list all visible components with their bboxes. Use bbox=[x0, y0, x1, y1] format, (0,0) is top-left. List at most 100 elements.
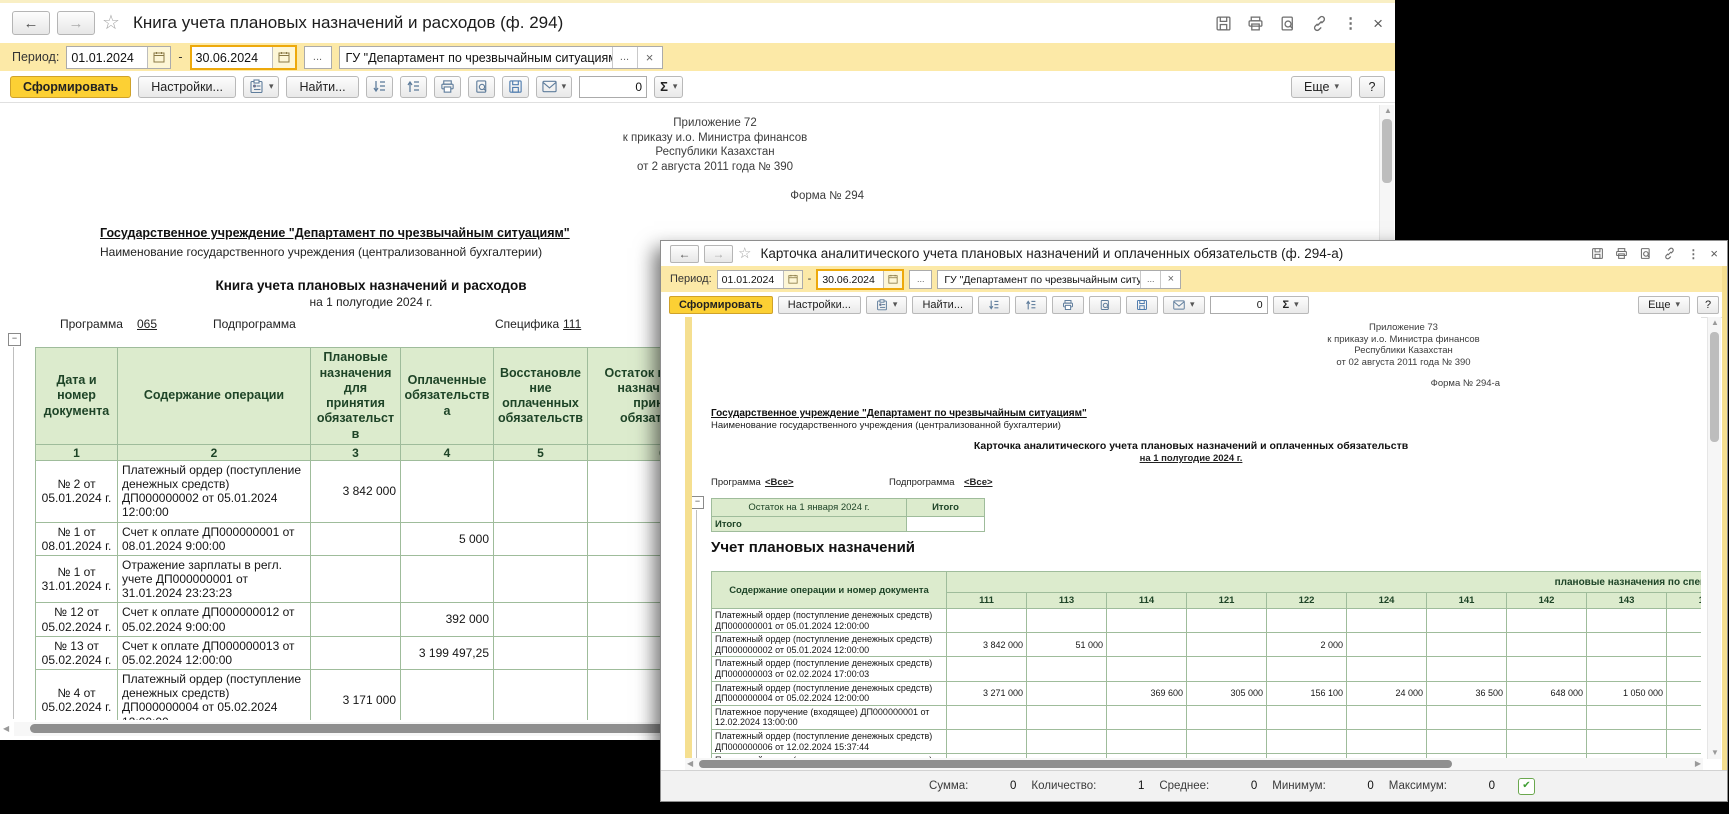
collapse-groups-button[interactable] bbox=[400, 76, 427, 98]
scroll-thumb[interactable] bbox=[1710, 332, 1719, 442]
settings-button[interactable]: Настройки... bbox=[138, 76, 236, 98]
favorite-star-icon[interactable]: ☆ bbox=[738, 246, 751, 261]
autosum-button[interactable]: Σ ▾ bbox=[654, 76, 683, 98]
send-mail-button[interactable]: ▾ bbox=[536, 76, 573, 98]
save-result-button[interactable] bbox=[502, 76, 529, 98]
forward-button[interactable]: → bbox=[704, 245, 733, 263]
organization-choose-button[interactable]: ... bbox=[612, 47, 637, 68]
table-cell bbox=[1667, 681, 1702, 705]
help-button[interactable]: ? bbox=[1697, 296, 1719, 314]
period-to-value[interactable]: 30.06.2024 bbox=[818, 271, 883, 288]
send-mail-button[interactable]: ▾ bbox=[1163, 296, 1205, 314]
report-subtitle[interactable]: на 1 полугодие 2024 г. bbox=[711, 453, 1671, 464]
organization-field[interactable]: ГУ "Департамент по чрезвычайным ситуация… bbox=[937, 270, 1181, 289]
find-button[interactable]: Найти... bbox=[286, 76, 358, 98]
scroll-thumb[interactable] bbox=[1382, 119, 1392, 183]
program-value[interactable]: <Все> bbox=[765, 477, 794, 488]
save-result-button[interactable] bbox=[1126, 296, 1158, 314]
period-from-value[interactable]: 01.01.2024 bbox=[67, 47, 147, 68]
period-to-field[interactable]: 30.06.2024 bbox=[190, 45, 297, 70]
link-icon[interactable] bbox=[1311, 15, 1328, 32]
print-button[interactable] bbox=[1052, 296, 1084, 314]
doc-column-header: Содержание операции и номер документа bbox=[712, 572, 947, 609]
organization-field[interactable]: ГУ "Департамент по чрезвычайным ситуация… bbox=[339, 46, 663, 69]
period-to-value[interactable]: 30.06.2024 bbox=[192, 47, 272, 68]
status-ok-icon[interactable]: ✔ bbox=[1518, 778, 1535, 795]
collapse-groups-button[interactable] bbox=[1015, 296, 1047, 314]
scroll-left-icon[interactable]: ◀ bbox=[3, 725, 9, 733]
favorite-star-icon[interactable]: ☆ bbox=[102, 13, 120, 33]
period-options-button[interactable]: ... bbox=[909, 270, 932, 289]
print-icon[interactable] bbox=[1615, 247, 1628, 260]
more-menu-icon[interactable]: ⋮ bbox=[1343, 16, 1358, 31]
organization-clear-icon[interactable]: × bbox=[637, 47, 662, 68]
more-actions-button[interactable]: Еще▾ bbox=[1638, 296, 1690, 314]
institution-name[interactable]: Государственное учреждение "Департамент … bbox=[100, 226, 570, 240]
save-icon[interactable] bbox=[1215, 15, 1232, 32]
organization-value[interactable]: ГУ "Департамент по чрезвычайным ситуация… bbox=[938, 271, 1140, 288]
card-vertical-scrollbar[interactable]: ▲ ▼ bbox=[1707, 317, 1721, 759]
print-preview-button[interactable] bbox=[1089, 296, 1121, 314]
table-cell bbox=[1267, 657, 1347, 681]
print-icon[interactable] bbox=[1247, 15, 1264, 32]
generate-button[interactable]: Сформировать bbox=[10, 76, 131, 98]
collapse-group-box[interactable]: − bbox=[8, 333, 21, 346]
specifics-value[interactable]: 111 bbox=[563, 317, 581, 331]
more-menu-icon[interactable]: ⋮ bbox=[1687, 248, 1699, 260]
book-toolbar: Сформировать Настройки... ▾ Найти... ▾ 0… bbox=[0, 71, 1395, 103]
report-variant-button[interactable]: ▾ bbox=[243, 76, 280, 98]
link-icon[interactable] bbox=[1663, 247, 1676, 260]
scroll-thumb[interactable] bbox=[30, 724, 698, 733]
table-cell: 24 000 bbox=[1347, 681, 1427, 705]
scroll-up-icon[interactable]: ▲ bbox=[1384, 107, 1392, 115]
subprogram-value[interactable]: <Все> bbox=[964, 477, 993, 488]
autosum-button[interactable]: Σ ▾ bbox=[1273, 296, 1309, 314]
back-button[interactable]: ← bbox=[12, 11, 50, 35]
calendar-icon[interactable] bbox=[883, 271, 902, 288]
organization-clear-icon[interactable]: × bbox=[1160, 271, 1180, 288]
scroll-thumb[interactable] bbox=[699, 760, 1452, 768]
period-from-field[interactable]: 01.01.2024 bbox=[717, 270, 803, 289]
card-horizontal-scrollbar[interactable]: ◀ ▶ bbox=[685, 758, 1703, 770]
calendar-icon[interactable] bbox=[783, 271, 802, 288]
table-cell bbox=[1187, 730, 1267, 754]
print-preview-button[interactable] bbox=[468, 76, 495, 98]
back-button[interactable]: ← bbox=[670, 245, 699, 263]
period-from-field[interactable]: 01.01.2024 bbox=[66, 46, 171, 69]
collapse-group-box[interactable]: − bbox=[691, 496, 704, 509]
report-variant-button[interactable]: ▾ bbox=[866, 296, 908, 314]
calendar-icon[interactable] bbox=[147, 47, 170, 68]
table-cell bbox=[311, 636, 401, 669]
expand-groups-button[interactable] bbox=[978, 296, 1010, 314]
calendar-icon[interactable] bbox=[272, 47, 295, 68]
institution-name[interactable]: Государственное учреждение "Департамент … bbox=[711, 408, 1087, 419]
close-window-icon[interactable]: × bbox=[1710, 247, 1718, 260]
period-options-button[interactable]: ... bbox=[304, 46, 332, 69]
preview-icon[interactable] bbox=[1639, 247, 1652, 260]
period-from-value[interactable]: 01.01.2024 bbox=[718, 271, 783, 288]
autosum-value-field[interactable]: 0 bbox=[579, 76, 647, 98]
help-button[interactable]: ? bbox=[1359, 76, 1385, 98]
more-actions-button[interactable]: Еще▾ bbox=[1291, 76, 1352, 98]
close-window-icon[interactable]: × bbox=[1373, 15, 1383, 32]
balance-total-row-label: Итого bbox=[712, 517, 907, 532]
preview-icon[interactable] bbox=[1279, 15, 1296, 32]
scroll-down-icon[interactable]: ▼ bbox=[1711, 749, 1719, 757]
forward-button[interactable]: → bbox=[57, 11, 95, 35]
scroll-left-icon[interactable]: ◀ bbox=[687, 760, 693, 768]
autosum-value-field[interactable]: 0 bbox=[1210, 296, 1268, 314]
period-to-field[interactable]: 30.06.2024 bbox=[816, 269, 904, 290]
program-value[interactable]: 065 bbox=[137, 317, 157, 331]
print-button[interactable] bbox=[434, 76, 461, 98]
expand-groups-button[interactable] bbox=[366, 76, 393, 98]
table-cell bbox=[311, 555, 401, 602]
scroll-up-icon[interactable]: ▲ bbox=[1711, 319, 1719, 327]
organization-value[interactable]: ГУ "Департамент по чрезвычайным ситуация… bbox=[340, 47, 612, 68]
settings-button[interactable]: Настройки... bbox=[778, 296, 861, 314]
save-icon[interactable] bbox=[1591, 247, 1604, 260]
table-cell bbox=[1107, 657, 1187, 681]
scroll-right-icon[interactable]: ▶ bbox=[1695, 760, 1701, 768]
find-button[interactable]: Найти... bbox=[912, 296, 973, 314]
generate-button[interactable]: Сформировать bbox=[669, 296, 773, 314]
organization-choose-button[interactable]: ... bbox=[1140, 271, 1160, 288]
